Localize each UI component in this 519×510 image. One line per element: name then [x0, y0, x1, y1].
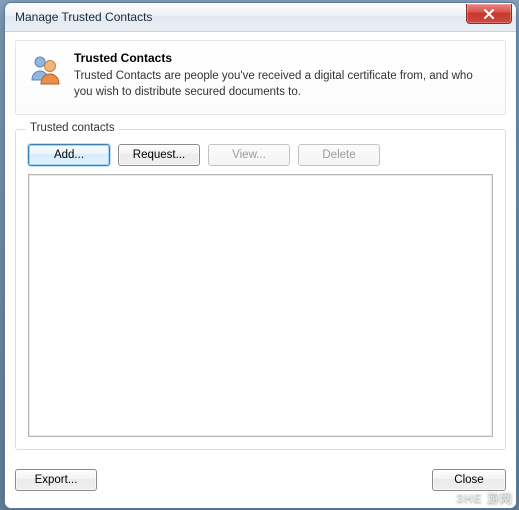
- contacts-button-row: Add... Request... View... Delete: [28, 144, 493, 166]
- header-panel: Trusted Contacts Trusted Contacts are pe…: [15, 40, 506, 115]
- contacts-icon: [28, 51, 62, 100]
- header-description: Trusted Contacts are people you've recei…: [74, 69, 493, 100]
- dialog-footer: Export... Close: [15, 460, 506, 500]
- delete-button[interactable]: Delete: [298, 144, 380, 166]
- header-text: Trusted Contacts Trusted Contacts are pe…: [74, 51, 493, 100]
- close-window-button[interactable]: [466, 4, 512, 24]
- close-button[interactable]: Close: [432, 469, 506, 491]
- group-legend: Trusted contacts: [26, 122, 119, 134]
- view-button[interactable]: View...: [208, 144, 290, 166]
- request-button[interactable]: Request...: [118, 144, 200, 166]
- titlebar: Manage Trusted Contacts: [5, 3, 516, 32]
- contacts-listbox[interactable]: [28, 174, 493, 437]
- trusted-contacts-group: Trusted contacts Add... Request... View.…: [15, 129, 506, 450]
- window-title: Manage Trusted Contacts: [15, 10, 152, 24]
- dialog-window: Manage Trusted Contacts Trusted Contacts…: [4, 2, 517, 509]
- close-icon: [483, 9, 495, 19]
- add-button[interactable]: Add...: [28, 144, 110, 166]
- export-button[interactable]: Export...: [15, 469, 97, 491]
- header-heading: Trusted Contacts: [74, 51, 493, 65]
